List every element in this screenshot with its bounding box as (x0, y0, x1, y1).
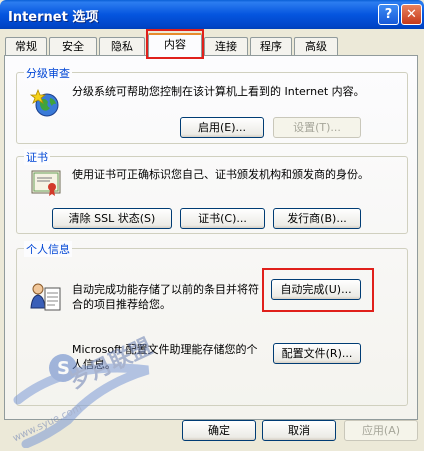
autocomplete-icon (28, 280, 64, 316)
tab-security[interactable]: 安全 (49, 37, 97, 55)
apply-button[interactable]: 应用(A) (344, 420, 418, 441)
publishers-button[interactable]: 发行商(B)... (273, 208, 361, 229)
enable-button[interactable]: 启用(E)... (180, 117, 264, 138)
autocomplete-description: 自动完成功能存储了以前的条目并将符合的项目推荐给您。 (72, 283, 259, 311)
clear-ssl-button[interactable]: 清除 SSL 状态(S) (52, 208, 172, 229)
certificates-description: 使用证书可正确标识您自己、证书颁发机构和颁发商的身份。 (72, 168, 369, 181)
ok-button[interactable]: 确定 (182, 420, 256, 441)
watermark: S 岁月联盟 www.syue.com (8, 334, 158, 449)
content-advisor-icon (29, 88, 64, 118)
tab-general[interactable]: 常规 (5, 37, 47, 55)
help-button[interactable]: ? (378, 4, 399, 25)
content-advisor-description: 分级系统可帮助您控制在该计算机上看到的 Internet 内容。 (72, 85, 365, 98)
certificate-icon (30, 168, 64, 198)
close-icon: ✕ (406, 7, 417, 22)
help-icon: ? (384, 7, 393, 22)
settings-button[interactable]: 设置(T)... (273, 117, 361, 138)
window-title: Internet 选项 (8, 10, 99, 25)
tab-programs[interactable]: 程序 (250, 37, 292, 55)
close-button[interactable]: ✕ (401, 4, 422, 25)
cancel-button[interactable]: 取消 (262, 420, 336, 441)
tab-highlight-frame (146, 29, 204, 59)
certificates-button[interactable]: 证书(C)... (180, 208, 265, 229)
autocomplete-highlight-frame (262, 268, 374, 312)
certificates-label: 证书 (24, 149, 50, 165)
content-advisor-label: 分级审查 (24, 65, 72, 81)
tab-privacy[interactable]: 隐私 (99, 37, 145, 55)
profile-button[interactable]: 配置文件(R)... (273, 343, 361, 364)
tab-advanced[interactable]: 高级 (294, 37, 338, 55)
personal-info-label: 个人信息 (24, 241, 72, 257)
tab-connections[interactable]: 连接 (204, 37, 248, 55)
